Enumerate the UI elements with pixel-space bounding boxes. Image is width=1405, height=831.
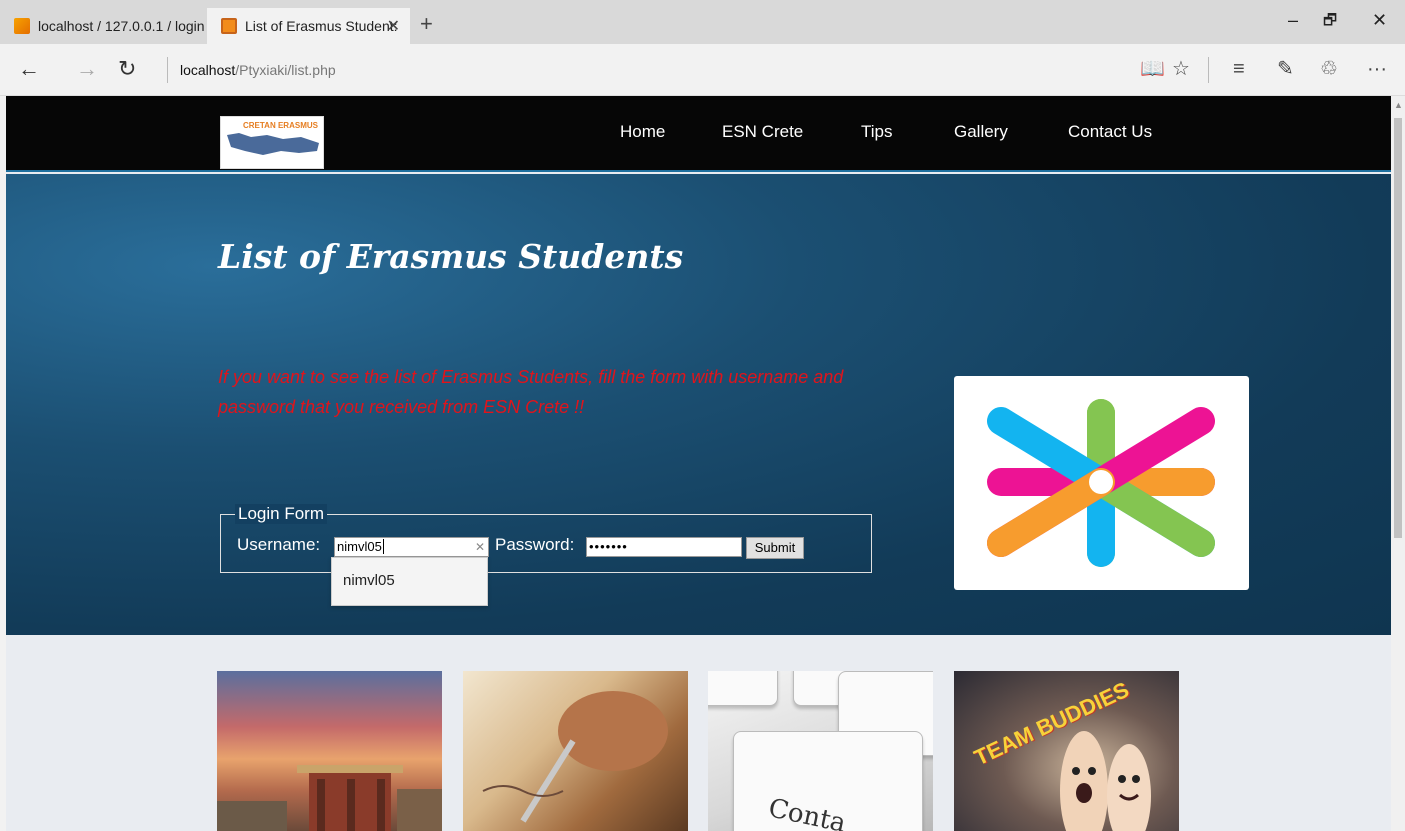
- cretan-erasmus-logo[interactable]: CRETAN ERASMUS: [220, 116, 324, 169]
- url-field[interactable]: localhost/Ptyxiaki/list.php: [180, 62, 336, 78]
- writing-tips-thumbnail[interactable]: [463, 671, 688, 831]
- password-label: Password:: [495, 535, 575, 554]
- nav-esn-crete[interactable]: ESN Crete: [722, 122, 803, 142]
- username-input[interactable]: nimvl05 ✕: [334, 537, 489, 557]
- web-note-icon[interactable]: ✎: [1277, 58, 1294, 80]
- close-window-button[interactable]: ✕: [1372, 10, 1387, 31]
- contact-keyboard-thumbnail[interactable]: Conta: [708, 671, 933, 831]
- scroll-up-icon[interactable]: ▲: [1394, 100, 1403, 110]
- hand-writing-image: [482, 691, 668, 823]
- knossos-palace-image: [217, 765, 442, 831]
- tab-label: List of Erasmus Student:: [245, 18, 398, 34]
- minimize-button[interactable]: –: [1288, 10, 1298, 31]
- tab-label: localhost / 127.0.0.1 / login: [38, 18, 205, 34]
- favorite-star-icon[interactable]: ☆: [1172, 58, 1190, 80]
- password-input[interactable]: •••••••: [586, 537, 742, 557]
- tab-bar: localhost / 127.0.0.1 / login List of Er…: [0, 0, 1405, 44]
- nav-gallery[interactable]: Gallery: [954, 122, 1008, 142]
- login-form: Login Form Username: nimvl05 ✕ Password:…: [220, 504, 872, 573]
- new-tab-plus-icon[interactable]: +: [420, 13, 433, 35]
- site-header: CRETAN ERASMUS Home ESN Crete Tips Galle…: [6, 96, 1391, 172]
- reading-view-icon[interactable]: 📖: [1140, 58, 1165, 80]
- hero-section: List of Erasmus Students If you want to …: [6, 174, 1391, 635]
- knossos-thumbnail[interactable]: [217, 671, 442, 831]
- tab-list-of-erasmus-students[interactable]: List of Erasmus Student: ✕: [207, 8, 410, 44]
- forward-arrow-icon[interactable]: →: [76, 58, 98, 80]
- username-value: nimvl05: [337, 539, 382, 554]
- nav-contact-us[interactable]: Contact Us: [1068, 122, 1152, 142]
- url-host: localhost: [180, 62, 236, 78]
- nav-home[interactable]: Home: [620, 122, 665, 142]
- username-autocomplete-dropdown: nimvl05: [331, 557, 488, 606]
- esn-star-icon: [987, 399, 1215, 567]
- username-label: Username:: [237, 535, 321, 554]
- team-buddies-thumbnail[interactable]: TEAM BUDDIES: [954, 671, 1179, 831]
- more-icon[interactable]: ···: [1367, 58, 1387, 80]
- share-icon[interactable]: ♲: [1320, 58, 1338, 80]
- address-bar: ← → ↻ localhost/Ptyxiaki/list.php 📖 ☆ ≡ …: [0, 44, 1405, 96]
- login-instructions: If you want to see the list of Erasmus S…: [218, 367, 844, 417]
- password-value: •••••••: [589, 539, 628, 554]
- toolbar-divider: [1208, 57, 1209, 83]
- nav-tips[interactable]: Tips: [861, 122, 893, 142]
- page-scrollbar[interactable]: ▲: [1391, 96, 1405, 831]
- restore-button[interactable]: 🗗: [1323, 10, 1337, 35]
- logo-text: CRETAN ERASMUS: [243, 121, 318, 130]
- url-path: /Ptyxiaki/list.php: [235, 62, 336, 78]
- refresh-icon[interactable]: ↻: [118, 58, 136, 80]
- xampp-favicon-icon: [221, 18, 237, 34]
- phpmyadmin-favicon-icon: [14, 18, 30, 34]
- login-form-legend: Login Form: [235, 504, 327, 524]
- submit-button[interactable]: Submit: [746, 537, 804, 559]
- back-arrow-icon[interactable]: ←: [18, 58, 40, 80]
- keyboard-key: [708, 671, 778, 706]
- autocomplete-suggestion[interactable]: nimvl05: [343, 572, 395, 589]
- page-title: List of Erasmus Students: [218, 237, 684, 276]
- close-tab-icon[interactable]: ✕: [387, 16, 400, 36]
- clear-input-icon[interactable]: ✕: [475, 538, 485, 556]
- hub-icon[interactable]: ≡: [1233, 58, 1245, 80]
- esn-star-logo: [954, 376, 1249, 590]
- page-viewport: CRETAN ERASMUS Home ESN Crete Tips Galle…: [6, 96, 1391, 831]
- scrollbar-thumb[interactable]: [1394, 118, 1402, 538]
- tab-phpmyadmin-login[interactable]: localhost / 127.0.0.1 / login: [0, 8, 205, 44]
- url-divider: [167, 57, 168, 83]
